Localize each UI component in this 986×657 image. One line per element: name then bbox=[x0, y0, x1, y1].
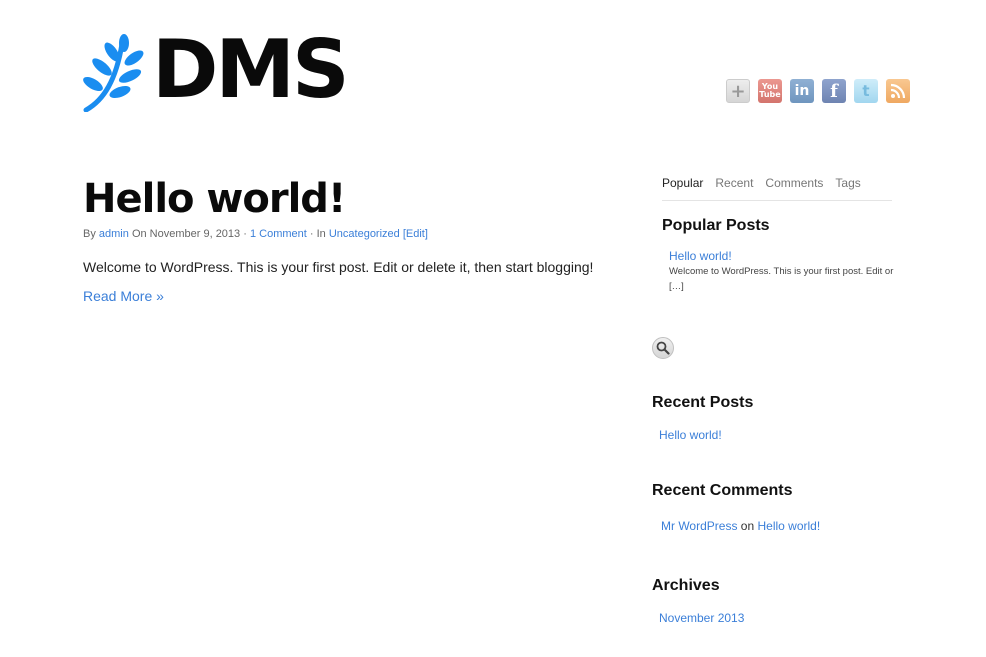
linkedin-icon[interactable]: in bbox=[790, 79, 814, 103]
twitter-icon[interactable]: t bbox=[854, 79, 878, 103]
meta-in: · In bbox=[309, 228, 326, 240]
rss-glyph bbox=[890, 83, 906, 99]
edit-link[interactable]: [Edit] bbox=[403, 228, 428, 240]
search-button[interactable] bbox=[652, 337, 674, 359]
category-link[interactable]: Uncategorized bbox=[329, 228, 400, 240]
linkedin-glyph: in bbox=[794, 83, 810, 99]
meta-by: By bbox=[83, 228, 96, 240]
youtube-icon[interactable]: You Tube bbox=[758, 79, 782, 103]
archive-link[interactable]: November 2013 bbox=[659, 611, 744, 625]
post-title[interactable]: Hello world! bbox=[83, 175, 613, 223]
twitter-glyph: t bbox=[862, 82, 870, 100]
rss-icon[interactable] bbox=[886, 79, 910, 103]
recent-posts-title: Recent Posts bbox=[652, 394, 754, 411]
youtube-bottom-glyph: Tube bbox=[759, 90, 781, 99]
social-icons: + You Tube in f t bbox=[726, 79, 910, 103]
meta-date: On November 9, 2013 · bbox=[131, 228, 247, 240]
popular-post-excerpt: Welcome to WordPress. This is your first… bbox=[669, 266, 894, 292]
archives-title: Archives bbox=[652, 577, 720, 594]
popular-posts-title: Popular Posts bbox=[662, 217, 770, 234]
site-title: DMS bbox=[152, 23, 350, 116]
recent-comments-title: Recent Comments bbox=[652, 482, 793, 499]
tab-tags[interactable]: Tags bbox=[835, 176, 860, 200]
sidebar-tabs: Popular Recent Comments Tags bbox=[662, 176, 892, 201]
post-article: Hello world! By admin On November 9, 201… bbox=[83, 175, 613, 306]
comments-link[interactable]: 1 Comment bbox=[250, 228, 307, 240]
leaf-logo-icon bbox=[83, 34, 144, 112]
plus-glyph: + bbox=[730, 80, 746, 102]
recent-comment-item: Mr WordPress on Hello world! bbox=[661, 519, 820, 533]
google-plus-icon[interactable]: + bbox=[726, 79, 750, 103]
popular-post-link[interactable]: Hello world! bbox=[669, 249, 732, 263]
site-logo[interactable]: DMS bbox=[82, 23, 350, 116]
facebook-icon[interactable]: f bbox=[822, 79, 846, 103]
comment-on-text: on bbox=[740, 519, 755, 533]
author-link[interactable]: admin bbox=[99, 228, 129, 240]
tab-comments[interactable]: Comments bbox=[765, 176, 823, 200]
post-meta: By admin On November 9, 2013 · 1 Comment… bbox=[83, 228, 613, 240]
tab-recent[interactable]: Recent bbox=[715, 176, 753, 200]
tab-popular[interactable]: Popular bbox=[662, 176, 703, 200]
comment-author-link[interactable]: Mr WordPress bbox=[661, 519, 737, 533]
facebook-glyph: f bbox=[830, 80, 838, 102]
comment-post-link[interactable]: Hello world! bbox=[758, 519, 821, 533]
read-more-link[interactable]: Read More » bbox=[83, 288, 164, 304]
search-icon bbox=[656, 341, 670, 355]
recent-post-link[interactable]: Hello world! bbox=[659, 428, 722, 442]
post-excerpt: Welcome to WordPress. This is your first… bbox=[83, 259, 594, 275]
